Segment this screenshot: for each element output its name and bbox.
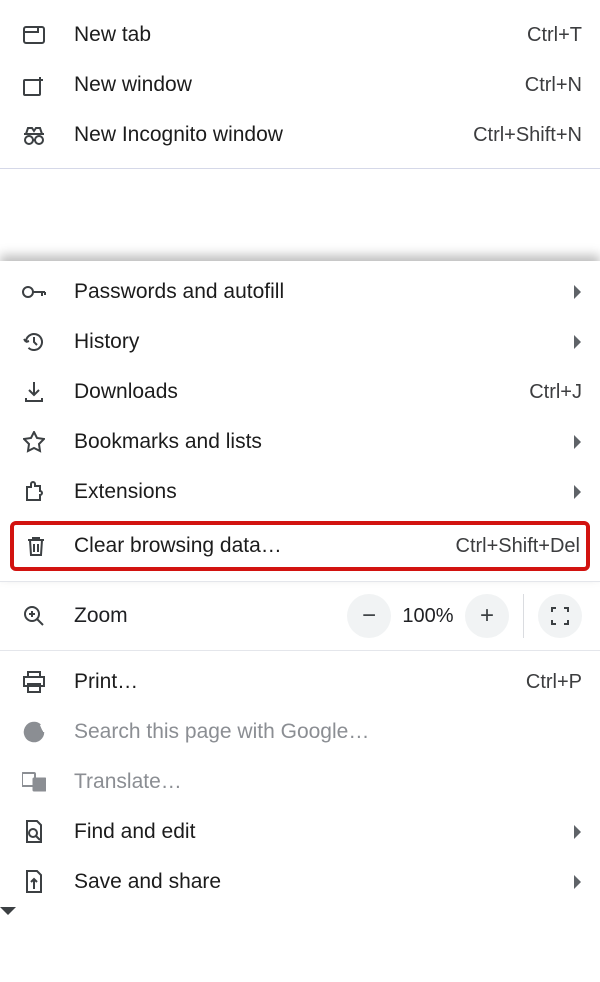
- save-share-icon: [20, 870, 48, 894]
- menu-item-label: Clear browsing data…: [74, 534, 456, 558]
- menu-item-label: Downloads: [74, 380, 529, 404]
- menu-item-shortcut: Ctrl+T: [527, 24, 582, 47]
- search-google-item[interactable]: Search this page with Google…: [0, 707, 600, 757]
- google-icon: [20, 721, 48, 743]
- incognito-icon: [20, 125, 48, 145]
- save-share-item[interactable]: Save and share: [0, 857, 600, 907]
- chevron-right-icon: [572, 335, 582, 349]
- star-icon: [20, 431, 48, 453]
- translate-icon: [20, 771, 48, 793]
- menu-item-shortcut: Ctrl+Shift+Del: [456, 535, 581, 558]
- chevron-right-icon: [572, 825, 582, 839]
- download-icon: [20, 381, 48, 403]
- zoom-level: 100%: [391, 605, 465, 628]
- zoom-label: Zoom: [74, 604, 347, 628]
- passwords-item[interactable]: Passwords and autofill: [0, 267, 600, 317]
- print-item[interactable]: Print… Ctrl+P: [0, 657, 600, 707]
- zoom-out-button[interactable]: −: [347, 594, 391, 638]
- menu-item-shortcut: Ctrl+J: [529, 381, 582, 404]
- history-item[interactable]: History: [0, 317, 600, 367]
- zoom-row: Zoom − 100% +: [0, 582, 600, 651]
- menu-item-label: Print…: [74, 670, 526, 694]
- clear-data-item[interactable]: Clear browsing data… Ctrl+Shift+Del: [10, 521, 590, 571]
- menu-item-label: Find and edit: [74, 820, 562, 844]
- menu-item-shortcut: Ctrl+N: [525, 74, 582, 97]
- menu-item-label: History: [74, 330, 562, 354]
- chevron-right-icon: [572, 435, 582, 449]
- extensions-item[interactable]: Extensions: [0, 467, 600, 517]
- chevron-right-icon: [572, 285, 582, 299]
- menu-item-label: Translate…: [74, 770, 582, 794]
- menu-item-label: Passwords and autofill: [74, 280, 562, 304]
- new-tab-item[interactable]: New tab Ctrl+T: [0, 10, 600, 60]
- menu-item-label: Extensions: [74, 480, 562, 504]
- puzzle-icon: [20, 481, 48, 503]
- trash-icon: [22, 535, 50, 557]
- key-icon: [20, 284, 48, 300]
- menu-item-label: New Incognito window: [74, 123, 473, 147]
- fullscreen-button[interactable]: [538, 594, 582, 638]
- downloads-item[interactable]: Downloads Ctrl+J: [0, 367, 600, 417]
- print-icon: [20, 671, 48, 693]
- bookmarks-item[interactable]: Bookmarks and lists: [0, 417, 600, 467]
- find-icon: [20, 820, 48, 844]
- new-window-item[interactable]: New window Ctrl+N: [0, 60, 600, 110]
- menu-item-label: New tab: [74, 23, 527, 47]
- translate-item[interactable]: Translate…: [0, 757, 600, 807]
- section-gap: [0, 169, 600, 261]
- menu-item-label: Bookmarks and lists: [74, 430, 562, 454]
- tab-icon: [20, 26, 48, 44]
- zoom-icon: [20, 605, 48, 627]
- menu-item-label: Save and share: [74, 870, 562, 894]
- expand-down-button[interactable]: [0, 907, 600, 921]
- menu-item-shortcut: Ctrl+P: [526, 671, 582, 694]
- chevron-right-icon: [572, 485, 582, 499]
- menu-item-label: New window: [74, 73, 525, 97]
- new-incognito-item[interactable]: New Incognito window Ctrl+Shift+N: [0, 110, 600, 160]
- chevron-right-icon: [572, 875, 582, 889]
- history-icon: [20, 331, 48, 353]
- find-edit-item[interactable]: Find and edit: [0, 807, 600, 857]
- menu-item-shortcut: Ctrl+Shift+N: [473, 124, 582, 147]
- zoom-in-button[interactable]: +: [465, 594, 509, 638]
- separator: [523, 594, 524, 638]
- window-plus-icon: [20, 74, 48, 96]
- menu-item-label: Search this page with Google…: [74, 720, 582, 744]
